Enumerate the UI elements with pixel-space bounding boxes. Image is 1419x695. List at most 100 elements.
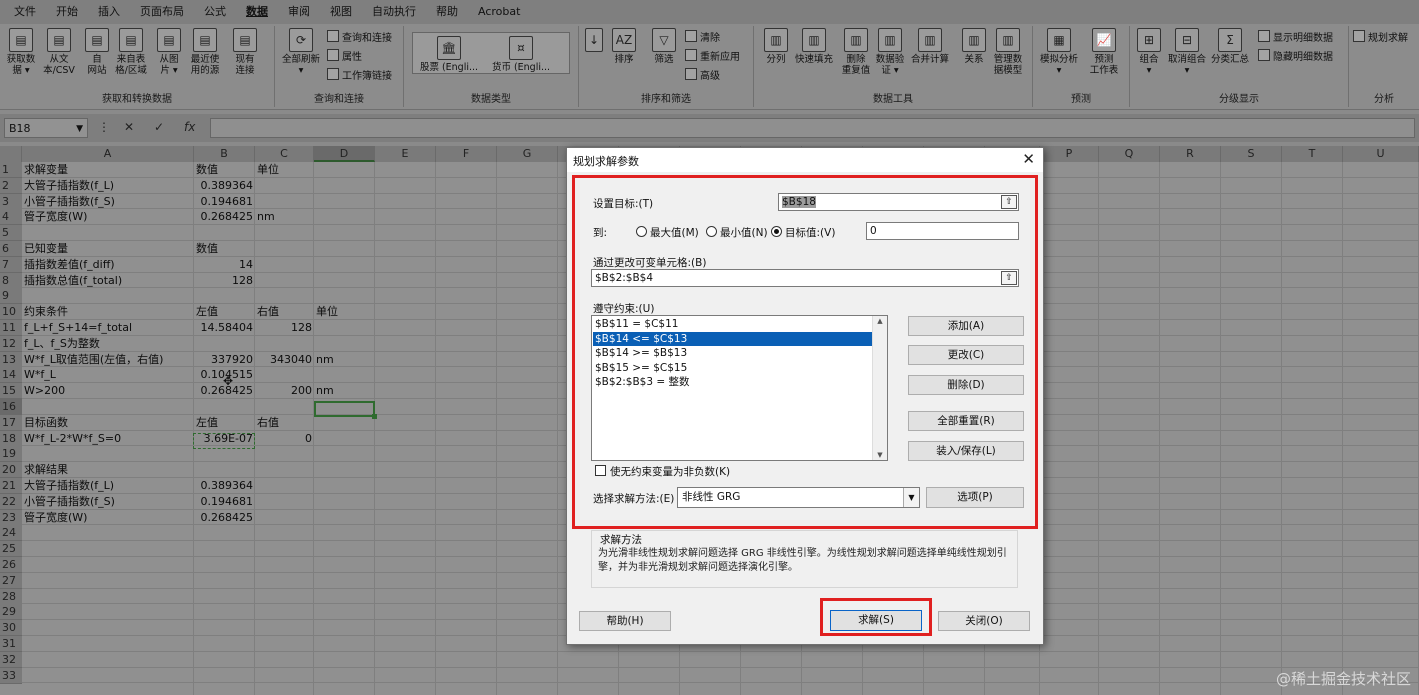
refresh-all-button[interactable]: ⟳ 全部刷新 ▾	[281, 28, 321, 76]
row-header-20[interactable]: 20	[0, 462, 22, 479]
row-header-30[interactable]: 30	[0, 620, 22, 637]
cell-A21[interactable]: 大管子插指数(f_L)	[24, 478, 316, 494]
menu-item-2[interactable]: 插入	[88, 0, 130, 24]
get-data-button-2[interactable]: ▤ 自网站	[80, 28, 114, 76]
get-data-button-0[interactable]: ▤ 获取数据 ▾	[4, 28, 38, 76]
column-header-F[interactable]: F	[436, 146, 497, 162]
row-header-7[interactable]: 7	[0, 256, 22, 273]
sort-button[interactable]: AZ 排序	[607, 28, 641, 65]
solver-button[interactable]: 规划求解	[1353, 30, 1408, 48]
enter-icon[interactable]: ✓	[154, 120, 164, 134]
help-button[interactable]: 帮助(H)	[579, 611, 671, 631]
cell-B6[interactable]: 数值	[196, 241, 377, 257]
cell-A22[interactable]: 小管子插指数(f_S)	[24, 494, 316, 510]
clear-button[interactable]: 清除	[685, 30, 720, 48]
data-tool-button-0[interactable]: ▥ 分列	[758, 28, 794, 65]
name-box[interactable]: B18 ▼	[4, 118, 88, 138]
data-tool-button-6[interactable]: ▥ 管理数 据模型	[990, 28, 1026, 76]
group-button[interactable]: ⊞ 组合 ▾	[1132, 28, 1166, 76]
cell-A7[interactable]: 插指数差值(f_diff)	[24, 257, 316, 273]
currency-button[interactable]: ¤ 货币 (Engli...	[488, 36, 554, 73]
cell-D13[interactable]: nm	[316, 352, 497, 368]
row-header-25[interactable]: 25	[0, 541, 22, 558]
ungroup-button[interactable]: ⊟ 取消组合 ▾	[1166, 28, 1208, 76]
forecast-sheet-button[interactable]: 📈 预测 工作表	[1085, 28, 1123, 76]
cell-B21[interactable]: 0.389364	[196, 478, 255, 494]
menu-item-6[interactable]: 审阅	[278, 0, 320, 24]
data-tool-button-4[interactable]: ▥ 合并计算	[908, 28, 952, 65]
sort-ascending-button[interactable]: ↓	[583, 28, 605, 54]
menu-item-8[interactable]: 自动执行	[362, 0, 426, 24]
row-header-9[interactable]: 9	[0, 288, 22, 305]
row-header-14[interactable]: 14	[0, 367, 22, 384]
column-header-G[interactable]: G	[497, 146, 558, 162]
cell-A3[interactable]: 小管子插指数(f_S)	[24, 194, 316, 210]
menu-item-3[interactable]: 页面布局	[130, 0, 194, 24]
what-if-analysis-button[interactable]: ▦ 模拟分析 ▾	[1037, 28, 1081, 76]
queries-connections-button[interactable]: 查询和连接	[327, 30, 392, 48]
column-header-A[interactable]: A	[22, 146, 194, 162]
data-tool-button-1[interactable]: ▥ 快速填充	[792, 28, 836, 65]
cell-C15[interactable]: 200	[257, 383, 314, 399]
close-button[interactable]: 关闭(O)	[938, 611, 1030, 631]
menu-item-4[interactable]: 公式	[194, 0, 236, 24]
column-header-B[interactable]: B	[194, 146, 255, 162]
cell-C17[interactable]: 右值	[257, 415, 436, 431]
row-header-2[interactable]: 2	[0, 177, 22, 194]
row-header-22[interactable]: 22	[0, 493, 22, 510]
column-header-Q[interactable]: Q	[1099, 146, 1160, 162]
cell-A23[interactable]: 管子宽度(W)	[24, 510, 316, 526]
cell-B22[interactable]: 0.194681	[196, 494, 255, 510]
row-header-5[interactable]: 5	[0, 225, 22, 242]
column-header-E[interactable]: E	[375, 146, 436, 162]
cell-B4[interactable]: 0.268425	[196, 209, 255, 225]
cell-B23[interactable]: 0.268425	[196, 510, 255, 526]
cancel-icon[interactable]: ✕	[124, 120, 134, 134]
column-header-P[interactable]: P	[1040, 146, 1099, 162]
cell-B7[interactable]: 14	[196, 257, 255, 273]
row-header-33[interactable]: 33	[0, 667, 22, 684]
cell-C18[interactable]: 0	[257, 431, 314, 447]
chevron-down-icon[interactable]: ▼	[76, 119, 83, 139]
row-header-29[interactable]: 29	[0, 604, 22, 621]
cell-D15[interactable]: nm	[316, 383, 497, 399]
column-header-C[interactable]: C	[255, 146, 314, 162]
cell-C13[interactable]: 343040	[257, 352, 314, 368]
cell-D10[interactable]: 单位	[316, 304, 497, 320]
column-header-R[interactable]: R	[1160, 146, 1221, 162]
subtotal-button[interactable]: Σ 分类汇总	[1210, 28, 1250, 65]
stocks-button[interactable]: 🏛 股票 (Engli...	[416, 36, 482, 73]
cell-A8[interactable]: 插指数总值(f_total)	[24, 273, 316, 289]
row-header-11[interactable]: 11	[0, 320, 22, 336]
row-header-13[interactable]: 13	[0, 351, 22, 368]
cell-A2[interactable]: 大管子插指数(f_L)	[24, 178, 316, 194]
row-header-8[interactable]: 8	[0, 272, 22, 289]
menu-item-7[interactable]: 视图	[320, 0, 362, 24]
column-header-T[interactable]: T	[1282, 146, 1343, 162]
row-header-32[interactable]: 32	[0, 651, 22, 668]
cell-B13[interactable]: 337920	[196, 352, 255, 368]
reapply-button[interactable]: 重新应用	[685, 49, 740, 67]
cell-A14[interactable]: W*f_L	[24, 367, 316, 383]
advanced-button[interactable]: 高级	[685, 68, 720, 86]
get-data-button-3[interactable]: ▤ 来自表 格/区域	[114, 28, 148, 76]
row-header-4[interactable]: 4	[0, 209, 22, 226]
show-detail-button[interactable]: 显示明细数据	[1258, 30, 1333, 48]
row-header-6[interactable]: 6	[0, 241, 22, 257]
menu-item-9[interactable]: 帮助	[426, 0, 468, 24]
row-header-24[interactable]: 24	[0, 525, 22, 542]
row-header-1[interactable]: 1	[0, 162, 22, 178]
workbook-links-button[interactable]: 工作簿链接	[327, 68, 392, 86]
cell-B2[interactable]: 0.389364	[196, 178, 255, 194]
cell-B11[interactable]: 14.58404	[196, 320, 255, 336]
row-header-10[interactable]: 10	[0, 304, 22, 321]
column-header-S[interactable]: S	[1221, 146, 1282, 162]
row-header-12[interactable]: 12	[0, 335, 22, 352]
row-header-23[interactable]: 23	[0, 509, 22, 526]
row-header-28[interactable]: 28	[0, 588, 22, 605]
cell-C4[interactable]: nm	[257, 209, 436, 225]
row-header-3[interactable]: 3	[0, 193, 22, 210]
get-data-button-4[interactable]: ▤ 从图片 ▾	[152, 28, 186, 76]
cell-A12[interactable]: f_L、f_S为整数	[24, 336, 316, 352]
hide-detail-button[interactable]: 隐藏明细数据	[1258, 49, 1333, 67]
